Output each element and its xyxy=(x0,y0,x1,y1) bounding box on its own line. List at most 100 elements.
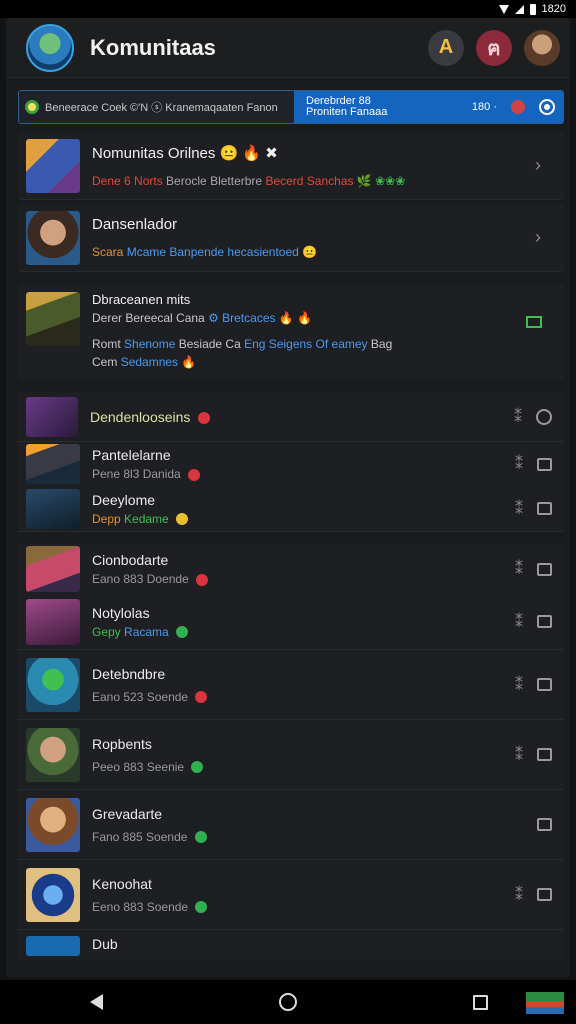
list-item[interactable]: Pantelelarne Pene 8l3 Danida ⁑ xyxy=(18,442,564,486)
app-header: Komunitaas A ฅ xyxy=(6,18,570,78)
member-sub: Pene 8l3 Danida xyxy=(92,467,515,481)
member-sub: Eano 523 Soende xyxy=(92,690,515,704)
banner-right-text: Derebrder 88 Proniten Fanaaa xyxy=(306,96,472,118)
settings-icon[interactable]: ⁑ xyxy=(514,407,522,427)
list-item[interactable]: Deeylome Depp Kedame ⁑ xyxy=(18,486,564,532)
list-item[interactable]: Ropbents Peeo 883 Seenie ⁑ xyxy=(18,720,564,790)
list-item[interactable]: Notylolas Gepy Racama ⁑ xyxy=(18,594,564,650)
status-bar: 1820 xyxy=(0,0,576,18)
bag-icon[interactable] xyxy=(537,678,552,691)
community-card-featured[interactable]: Dbraceanen mits Derer Bereecal Cana ⚙ Br… xyxy=(18,284,564,380)
settings-icon[interactable]: ⁑ xyxy=(515,559,523,579)
wifi-icon xyxy=(498,4,509,14)
bag-icon[interactable] xyxy=(537,562,552,576)
member-sub: Depp Kedame xyxy=(92,512,515,526)
member-name: Cionbodarte xyxy=(92,552,169,568)
member-avatar xyxy=(26,867,80,922)
flag-icon[interactable] xyxy=(526,316,542,328)
card-title: Nomunitas Orilnes 😐 🔥 ✖ xyxy=(92,144,278,162)
list-item[interactable]: Grevadarte Fano 885 Soende xyxy=(18,790,564,860)
recents-icon xyxy=(472,994,488,1010)
banner-rate: 180 · xyxy=(471,101,497,113)
system-nav-bar xyxy=(0,980,576,1024)
list-item[interactable]: Cionbodarte Eano 883 Doende ⁑ xyxy=(18,544,564,594)
app-window: Komunitaas A ฅ Beneerace Coek ©'N ⓢ Kran… xyxy=(6,18,570,978)
settings-icon[interactable]: ⁑ xyxy=(515,454,523,474)
home-button[interactable] xyxy=(192,993,384,1011)
member-avatar xyxy=(26,598,80,645)
list-item[interactable]: Kenoohat Eeno 883 Soende ⁑ xyxy=(18,860,564,930)
chevron-right-icon[interactable]: › xyxy=(526,155,550,176)
community-thumbnail xyxy=(26,210,80,265)
bag-icon[interactable] xyxy=(537,502,552,515)
card-line-4: Cem Sedamnes 🔥 xyxy=(92,355,197,369)
bag-icon[interactable] xyxy=(537,457,552,471)
keyboard-switch-icon[interactable] xyxy=(526,992,564,1014)
back-icon xyxy=(89,994,103,1010)
achievements-button[interactable]: A xyxy=(428,29,464,66)
banner-left: Beneerace Coek ©'N ⓢ Kranemaqaaten Fanon xyxy=(19,91,294,123)
member-sub: Peeo 883 Seenie xyxy=(92,760,515,774)
community-card[interactable]: Nomunitas Orilnes 😐 🔥 ✖ Dene 6 Norts Ber… xyxy=(18,132,564,200)
card-line-3: Romt Shenome Besiade Ca Eng Seigens Of e… xyxy=(92,337,393,351)
member-sub: Fano 885 Soende xyxy=(92,830,537,844)
list-item[interactable]: Detebndbre Eano 523 Soende ⁑ xyxy=(18,650,564,720)
page-title: Komunitaas xyxy=(90,34,216,60)
member-name: Dub xyxy=(92,936,118,952)
member-avatar xyxy=(26,444,80,484)
card-line-2: Derer Bereecal Cana ⚙ Bretcaces 🔥 🔥 xyxy=(92,311,313,325)
status-time: 1820 xyxy=(541,3,566,15)
settings-icon[interactable]: ⁑ xyxy=(515,499,523,519)
member-name: Pantelelarne xyxy=(92,447,171,463)
clock-icon[interactable] xyxy=(536,408,552,425)
signal-icon xyxy=(514,4,524,14)
bag-icon[interactable] xyxy=(537,748,552,761)
banner-game-icon xyxy=(25,100,39,114)
settings-icon[interactable]: ⁑ xyxy=(515,885,523,905)
card-title: Dbraceanen mits xyxy=(92,292,191,307)
banner-left-text: Beneerace Coek ©'N ⓢ Kranemaqaaten Fanon xyxy=(45,102,278,114)
back-button[interactable] xyxy=(0,994,192,1010)
member-group: Dendenlooseins ⁑ Pantelelarne Pene 8l3 D… xyxy=(18,392,564,532)
community-thumbnail xyxy=(26,138,80,193)
member-avatar xyxy=(26,396,78,437)
member-group: Cionbodarte Eano 883 Doende ⁑ Notylolas … xyxy=(18,544,564,960)
member-avatar xyxy=(26,546,80,592)
member-sub: Gepy Racama xyxy=(92,625,515,639)
user-avatar-button[interactable] xyxy=(524,29,560,66)
member-sub: Eeno 883 Soende xyxy=(92,900,515,914)
home-icon xyxy=(279,993,297,1011)
info-icon[interactable] xyxy=(539,99,555,115)
promo-banner[interactable]: Beneerace Coek ©'N ⓢ Kranemaqaaten Fanon… xyxy=(18,90,564,124)
list-item[interactable]: Dendenlooseins ⁑ xyxy=(18,392,564,442)
member-avatar xyxy=(26,936,80,956)
settings-icon[interactable]: ⁑ xyxy=(515,675,523,695)
community-card[interactable]: Dansenlador Scara Mcame Banpende hecasie… xyxy=(18,204,564,272)
member-sub: Eano 883 Doende xyxy=(92,572,515,586)
member-name: Detebndbre xyxy=(92,665,166,682)
emblem-button[interactable]: ฅ xyxy=(476,29,512,66)
bag-icon[interactable] xyxy=(537,818,552,831)
member-name: Deeylome xyxy=(92,491,156,508)
settings-icon[interactable]: ⁑ xyxy=(515,612,523,632)
list-item-partial[interactable]: Dub xyxy=(18,930,564,960)
member-avatar xyxy=(26,488,80,529)
member-avatar xyxy=(26,727,80,782)
battery-icon xyxy=(529,3,536,15)
member-name: Dendenlooseins xyxy=(90,409,514,425)
member-name: Grevadarte xyxy=(92,805,163,822)
bag-icon[interactable] xyxy=(537,615,552,628)
member-name: Notylolas xyxy=(92,604,150,621)
settings-icon[interactable]: ⁑ xyxy=(515,745,523,765)
chevron-right-icon[interactable]: › xyxy=(526,227,550,248)
status-badge xyxy=(198,411,211,424)
profile-avatar[interactable] xyxy=(26,23,74,72)
member-avatar xyxy=(26,797,80,852)
card-title: Dansenlador xyxy=(92,216,178,233)
member-name: Ropbents xyxy=(92,735,152,752)
bag-icon[interactable] xyxy=(537,888,552,901)
coin-icon xyxy=(511,100,525,114)
member-name: Kenoohat xyxy=(92,875,152,892)
member-avatar xyxy=(26,657,80,712)
community-thumbnail xyxy=(26,292,80,346)
